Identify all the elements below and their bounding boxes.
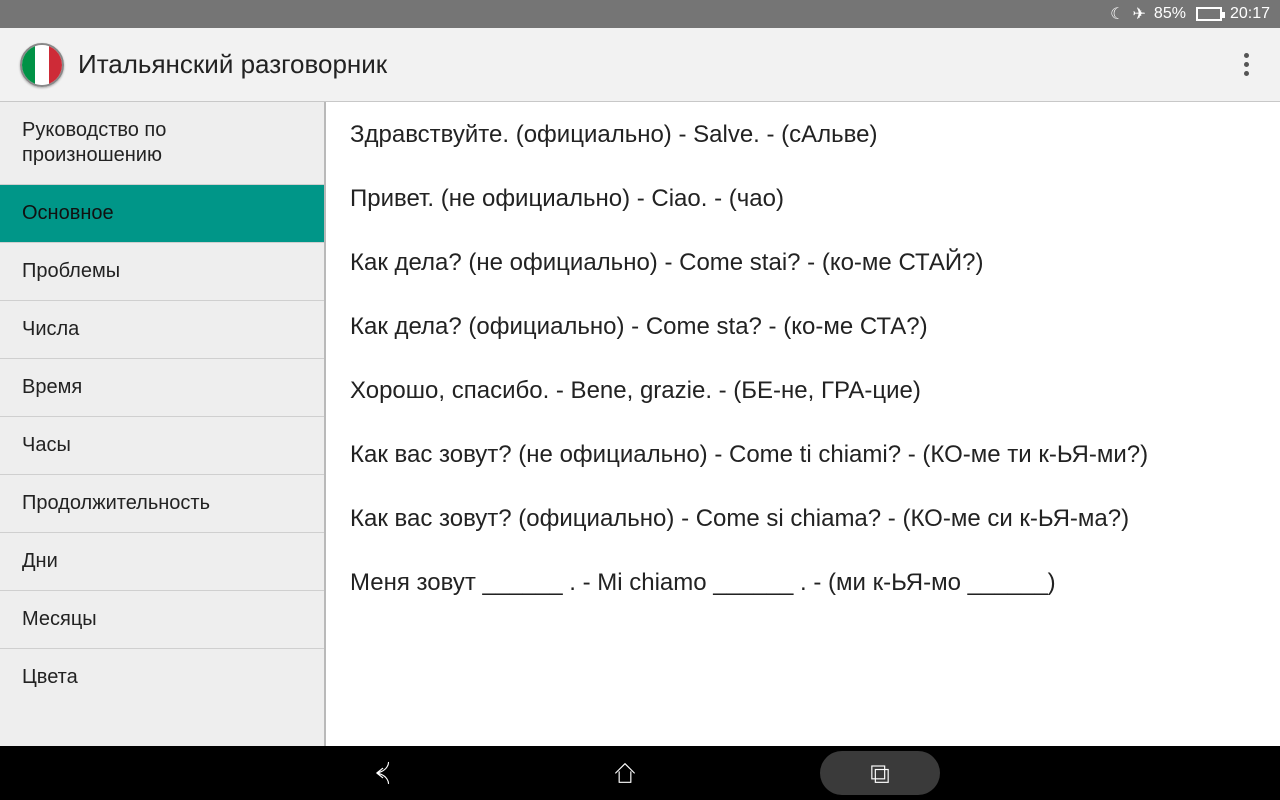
- android-status-bar: ☾ ✈ 85% 20:17: [0, 0, 1280, 28]
- sidebar-item[interactable]: Дни: [0, 533, 324, 591]
- phrase-entry: Хорошо, спасибо. - Bene, grazie. - (БЕ-н…: [350, 376, 1256, 406]
- sidebar-item[interactable]: Цвета: [0, 649, 324, 690]
- android-nav-bar: [0, 746, 1280, 800]
- sidebar-item[interactable]: Месяцы: [0, 591, 324, 649]
- category-sidebar[interactable]: Руководство по произношениюОсновноеПробл…: [0, 102, 326, 746]
- sidebar-item[interactable]: Проблемы: [0, 243, 324, 301]
- battery-percent: 85%: [1154, 5, 1186, 23]
- phrase-entry: Как вас зовут? (официально) - Come si ch…: [350, 504, 1256, 534]
- phrase-entry: Как дела? (не официально) - Come stai? -…: [350, 248, 1256, 278]
- nav-recent-apps-button[interactable]: [820, 751, 940, 795]
- sidebar-item[interactable]: Продолжительность: [0, 475, 324, 533]
- dnd-moon-icon: ☾: [1110, 4, 1124, 24]
- phrase-entry: Меня зовут ______ . - Mi chiamo ______ .…: [350, 568, 1256, 598]
- sidebar-item[interactable]: Основное: [0, 185, 324, 243]
- phrase-list[interactable]: Здравствуйте. (официально) - Salve. - (с…: [326, 102, 1280, 746]
- app-title: Итальянский разговорник: [78, 49, 1226, 80]
- sidebar-item[interactable]: Числа: [0, 301, 324, 359]
- airplane-mode-icon: ✈: [1133, 4, 1146, 24]
- nav-home-button[interactable]: [580, 753, 670, 793]
- sidebar-item[interactable]: Время: [0, 359, 324, 417]
- clock: 20:17: [1230, 5, 1270, 23]
- phrase-entry: Привет. (не официально) - Ciao. - (чао): [350, 184, 1256, 214]
- app-icon-italian-flag: [20, 43, 64, 87]
- battery-icon: [1194, 7, 1222, 21]
- nav-back-button[interactable]: [340, 753, 430, 793]
- overflow-menu-button[interactable]: [1226, 45, 1266, 85]
- content-area: Руководство по произношениюОсновноеПробл…: [0, 102, 1280, 746]
- sidebar-item[interactable]: Руководство по произношению: [0, 102, 324, 185]
- phrase-entry: Как дела? (официально) - Come sta? - (ко…: [350, 312, 1256, 342]
- phrase-entry: Как вас зовут? (не официально) - Come ti…: [350, 440, 1256, 470]
- sidebar-item[interactable]: Часы: [0, 417, 324, 475]
- phrase-entry: Здравствуйте. (официально) - Salve. - (с…: [350, 120, 1256, 150]
- app-bar: Итальянский разговорник: [0, 28, 1280, 102]
